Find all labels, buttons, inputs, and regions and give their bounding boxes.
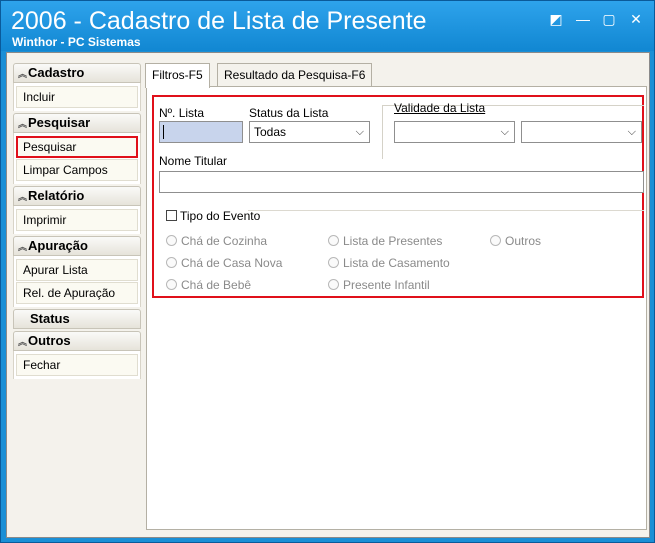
radio-icon bbox=[166, 279, 177, 290]
validade-from-select[interactable]: ⌵ bbox=[394, 121, 515, 143]
radio-icon bbox=[328, 257, 339, 268]
radio-icon bbox=[166, 257, 177, 268]
radio-label: Outros bbox=[505, 234, 542, 248]
status-lista-select[interactable]: Todas ⌵ bbox=[249, 121, 370, 143]
filters-highlight-box: Nº. Lista Status da Lista Todas ⌵ Valida… bbox=[152, 95, 644, 298]
group-relatorio: ︽Relatório Imprimir bbox=[13, 186, 141, 234]
radio-icon bbox=[328, 235, 339, 246]
checkbox-icon bbox=[166, 210, 177, 221]
help-icon[interactable]: ◩ bbox=[545, 9, 567, 29]
limpar-campos-button[interactable]: Limpar Campos bbox=[16, 159, 138, 181]
window-subtitle: Winthor - PC Sistemas bbox=[12, 35, 141, 49]
chevron-up-icon: ︽ bbox=[18, 192, 28, 202]
chevron-up-icon: ︽ bbox=[18, 337, 28, 347]
radio-cha-bebe[interactable]: Chá de Bebê bbox=[166, 278, 251, 292]
tab-filtros[interactable]: Filtros-F5 bbox=[145, 63, 210, 88]
radio-icon bbox=[166, 235, 177, 246]
chevron-up-icon: ︽ bbox=[18, 69, 28, 79]
radio-label: Lista de Casamento bbox=[343, 256, 450, 270]
chevron-up-icon: ︽ bbox=[18, 242, 28, 252]
nome-titular-input[interactable] bbox=[159, 171, 644, 193]
group-title: Pesquisar bbox=[28, 115, 91, 130]
status-lista-label: Status da Lista bbox=[249, 106, 329, 120]
group-status: Status bbox=[13, 309, 141, 329]
nome-titular-label: Nome Titular bbox=[159, 154, 228, 168]
num-lista-input[interactable] bbox=[159, 121, 243, 143]
imprimir-button[interactable]: Imprimir bbox=[16, 209, 138, 231]
radio-icon bbox=[328, 279, 339, 290]
apurar-lista-button[interactable]: Apurar Lista bbox=[16, 259, 138, 281]
num-lista-label: Nº. Lista bbox=[159, 106, 205, 120]
radio-lista-casamento[interactable]: Lista de Casamento bbox=[328, 256, 450, 270]
group-header-status[interactable]: Status bbox=[13, 309, 141, 329]
radio-label: Lista de Presentes bbox=[343, 234, 443, 248]
status-lista-value: Todas bbox=[254, 125, 287, 139]
group-cadastro: ︽Cadastro Incluir bbox=[13, 63, 141, 111]
tipo-evento-label: Tipo do Evento bbox=[180, 209, 261, 223]
group-pesquisar: ︽Pesquisar Pesquisar Limpar Campos bbox=[13, 113, 141, 184]
radio-cha-casa-nova[interactable]: Chá de Casa Nova bbox=[166, 256, 282, 270]
radio-lista-presentes[interactable]: Lista de Presentes bbox=[328, 234, 442, 248]
validade-label: Validade da Lista bbox=[394, 101, 486, 115]
application-window: 2006 - Cadastro de Lista de Presente Win… bbox=[0, 0, 655, 543]
group-header-relatorio[interactable]: ︽Relatório bbox=[13, 186, 141, 206]
chevron-down-icon: ⌵ bbox=[627, 126, 636, 138]
radio-icon bbox=[490, 235, 501, 246]
radio-label: Presente Infantil bbox=[343, 278, 430, 292]
chevron-up-icon: ︽ bbox=[18, 119, 28, 129]
minimize-button[interactable]: — bbox=[572, 9, 594, 29]
validade-to-select[interactable]: ⌵ bbox=[521, 121, 642, 143]
sidebar: ︽Cadastro Incluir ︽Pesquisar Pesquisar L… bbox=[13, 63, 141, 381]
group-header-outros[interactable]: ︽Outros bbox=[13, 331, 141, 351]
group-title: Outros bbox=[28, 333, 71, 348]
radio-label: Chá de Bebê bbox=[181, 278, 252, 292]
divider bbox=[248, 210, 644, 211]
chevron-down-icon: ⌵ bbox=[355, 126, 364, 138]
text-cursor bbox=[163, 125, 164, 139]
radio-outros[interactable]: Outros bbox=[490, 234, 541, 248]
rel-apuracao-button[interactable]: Rel. de Apuração bbox=[16, 282, 138, 304]
group-apuracao: ︽Apuração Apurar Lista Rel. de Apuração bbox=[13, 236, 141, 307]
maximize-button[interactable]: ▢ bbox=[598, 9, 620, 29]
group-header-cadastro[interactable]: ︽Cadastro bbox=[13, 63, 141, 83]
radio-label: Chá de Cozinha bbox=[181, 234, 268, 248]
fechar-button[interactable]: Fechar bbox=[16, 354, 138, 376]
client-area: ︽Cadastro Incluir ︽Pesquisar Pesquisar L… bbox=[6, 52, 650, 538]
group-header-pesquisar[interactable]: ︽Pesquisar bbox=[13, 113, 141, 133]
title-bar: 2006 - Cadastro de Lista de Presente Win… bbox=[1, 1, 654, 51]
radio-cha-cozinha[interactable]: Chá de Cozinha bbox=[166, 234, 267, 248]
group-title: Relatório bbox=[28, 188, 85, 203]
incluir-button[interactable]: Incluir bbox=[16, 86, 138, 108]
radio-label: Chá de Casa Nova bbox=[181, 256, 283, 270]
tipo-evento-checkbox[interactable]: Tipo do Evento bbox=[166, 209, 260, 223]
filters-panel: Nº. Lista Status da Lista Todas ⌵ Valida… bbox=[146, 86, 647, 530]
group-outros: ︽Outros Fechar bbox=[13, 331, 141, 379]
pesquisar-button[interactable]: Pesquisar bbox=[16, 136, 138, 158]
group-title: Cadastro bbox=[28, 65, 85, 80]
chevron-down-icon: ⌵ bbox=[500, 126, 509, 138]
radio-presente-infantil[interactable]: Presente Infantil bbox=[328, 278, 430, 292]
close-button[interactable]: ✕ bbox=[625, 9, 647, 29]
tab-resultado[interactable]: Resultado da Pesquisa-F6 bbox=[217, 63, 373, 87]
group-header-apuracao[interactable]: ︽Apuração bbox=[13, 236, 141, 256]
window-title: 2006 - Cadastro de Lista de Presente bbox=[11, 7, 427, 35]
group-title: Apuração bbox=[28, 238, 88, 253]
